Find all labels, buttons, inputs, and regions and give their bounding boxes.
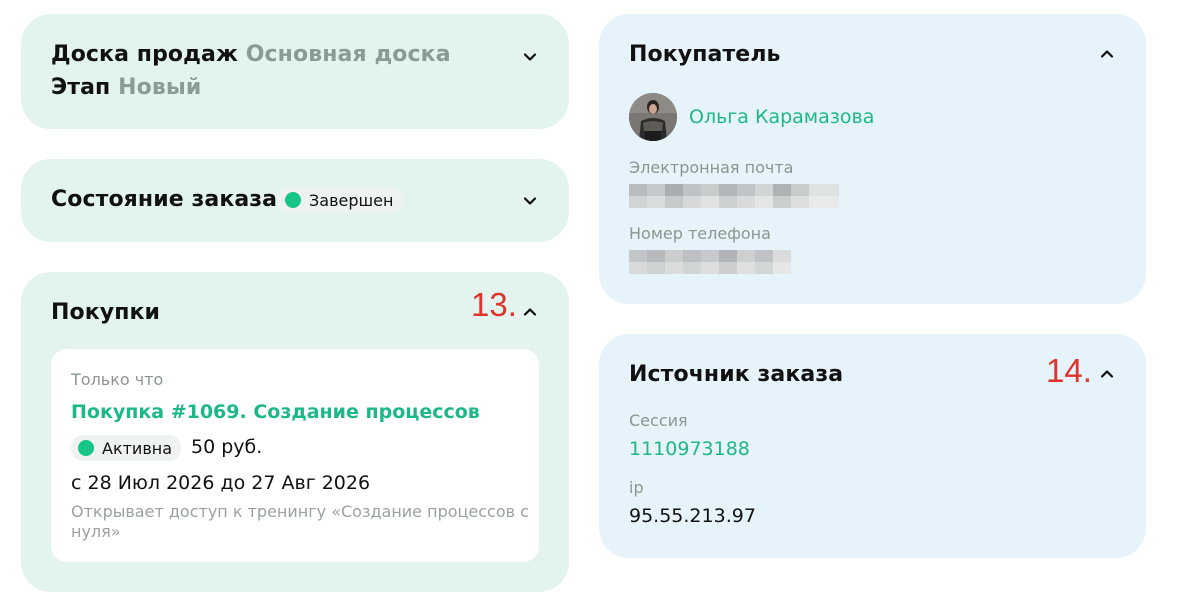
purchase-item: Только что Покупка #1069. Создание проце… (51, 349, 539, 562)
chevron-up-icon[interactable] (521, 303, 539, 321)
order-state-card: Состояние заказа Завершен (21, 159, 569, 242)
status-badge: Завершен (278, 187, 403, 213)
chevron-up-icon[interactable] (1098, 45, 1116, 63)
chevron-down-icon[interactable] (521, 48, 539, 66)
stage-label: Этап (51, 75, 111, 100)
session-label: Сессия (629, 411, 688, 430)
session-link[interactable]: 1110973188 (629, 438, 750, 460)
status-badge-label: Завершен (309, 190, 394, 210)
redacted-phone (629, 250, 791, 274)
phone-label: Номер телефона (629, 224, 771, 243)
purchase-link[interactable]: Покупка #1069. Создание процессов (71, 401, 480, 423)
status-dot-icon (285, 192, 301, 208)
order-source-title: Источник заказа (629, 362, 844, 387)
status-dot-icon (78, 440, 94, 456)
sales-board-label: Доска продаж (51, 42, 238, 67)
chevron-down-icon[interactable] (521, 192, 539, 210)
ip-label: ip (629, 478, 644, 497)
buyer-card: Покупатель Ольга Карамазова Электронная … (599, 14, 1146, 304)
stage-row: Этап Новый (51, 75, 201, 100)
purchase-description: Открывает доступ к тренингу «Создание пр… (71, 502, 529, 541)
sales-board-row: Доска продаж Основная доска (51, 42, 451, 67)
ip-value: 95.55.213.97 (629, 505, 756, 527)
email-label: Электронная почта (629, 158, 794, 177)
buyer-title: Покупатель (629, 42, 781, 67)
annotation-number: 14. (1046, 352, 1092, 389)
stage-value: Новый (118, 75, 202, 100)
purchases-card: Покупки 13. Только что Покупка #1069. Со… (21, 272, 569, 592)
avatar[interactable] (629, 93, 677, 141)
order-state-title: Состояние заказа (51, 187, 278, 212)
purchases-title: Покупки (51, 300, 161, 325)
purchase-time: Только что (71, 370, 164, 389)
purchase-status-label: Активна (102, 438, 173, 458)
sales-board-value: Основная доска (245, 42, 451, 67)
annotation-number: 13. (471, 286, 517, 323)
order-source-card: Источник заказа 14. Сессия 1110973188 ip… (599, 334, 1146, 558)
sales-board-card: Доска продаж Основная доска Этап Новый (21, 14, 569, 129)
purchase-dates: с 28 Июл 2026 до 27 Авг 2026 (71, 472, 371, 494)
purchase-price: 50 руб. (191, 436, 263, 458)
redacted-email (629, 184, 839, 208)
chevron-up-icon[interactable] (1098, 365, 1116, 383)
buyer-name-link[interactable]: Ольга Карамазова (689, 106, 874, 128)
purchase-status-badge: Активна (71, 435, 182, 461)
